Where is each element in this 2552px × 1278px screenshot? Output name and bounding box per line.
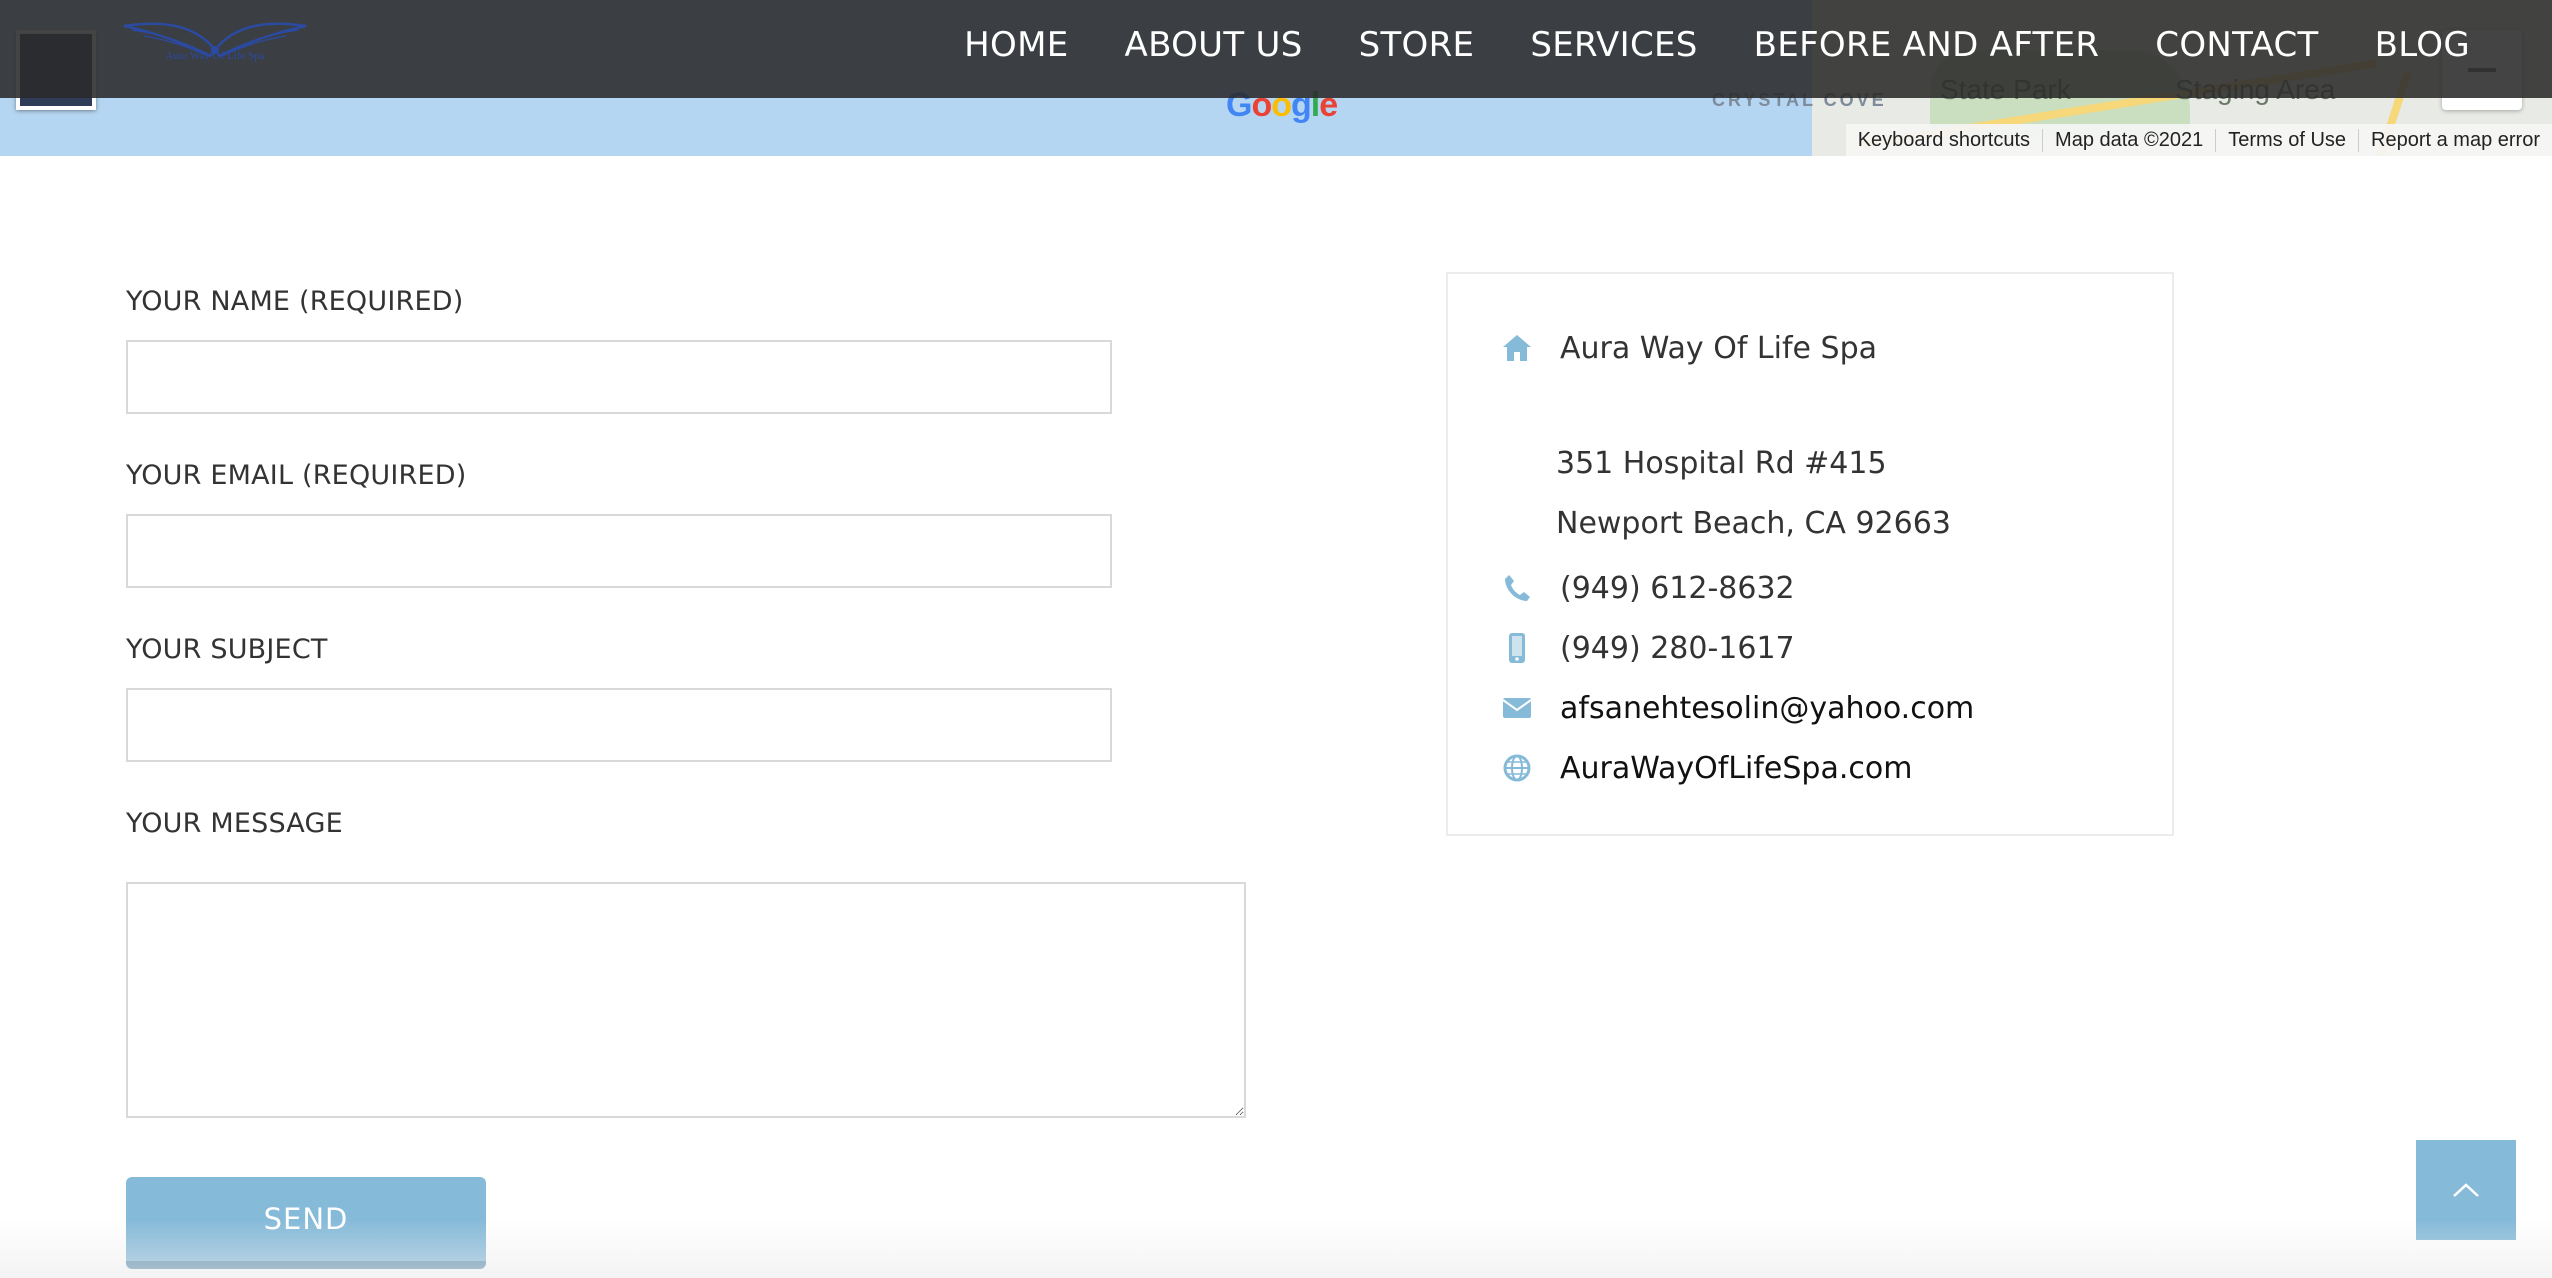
- nav-about-us[interactable]: ABOUT US: [1097, 25, 1331, 65]
- address-line-1: 351 Hospital Rd #415: [1556, 446, 1887, 481]
- nav-home[interactable]: HOME: [936, 25, 1096, 65]
- send-button[interactable]: SEND: [126, 1177, 486, 1269]
- nav-blog[interactable]: BLOG: [2347, 25, 2470, 65]
- main-nav: HOME ABOUT US STORE SERVICES BEFORE AND …: [936, 0, 2470, 90]
- map-data-link[interactable]: Map data ©2021: [2042, 128, 2215, 152]
- globe-icon: [1500, 751, 1534, 785]
- wings-logo-icon: [123, 22, 307, 58]
- report-map-error-link[interactable]: Report a map error: [2358, 128, 2552, 152]
- phone-number[interactable]: (949) 612-8632: [1560, 571, 1795, 606]
- home-icon: [1500, 331, 1534, 365]
- site-logo[interactable]: [122, 10, 308, 80]
- name-field[interactable]: [126, 340, 1112, 414]
- nav-before-and-after[interactable]: BEFORE AND AFTER: [1726, 25, 2128, 65]
- keyboard-shortcuts-link[interactable]: Keyboard shortcuts: [1846, 129, 2042, 152]
- business-name: Aura Way Of Life Spa: [1560, 330, 1877, 366]
- website-link[interactable]: AuraWayOfLifeSpa.com: [1560, 751, 1912, 786]
- message-label: YOUR MESSAGE: [126, 808, 343, 839]
- terms-of-use-link[interactable]: Terms of Use: [2215, 128, 2358, 152]
- nav-store[interactable]: STORE: [1331, 25, 1503, 65]
- address-line-2: Newport Beach, CA 92663: [1556, 506, 1951, 541]
- back-to-top-button[interactable]: [2416, 1140, 2516, 1240]
- email-label: YOUR EMAIL (REQUIRED): [126, 460, 467, 491]
- subject-label: YOUR SUBJECT: [126, 634, 328, 665]
- envelope-icon: [1500, 691, 1534, 725]
- nav-contact[interactable]: CONTACT: [2127, 25, 2346, 65]
- site-header: Aura Way Of Life Spa HOME ABOUT US STORE…: [0, 0, 2552, 98]
- contact-info-card: Aura Way Of Life Spa 351 Hospital Rd #41…: [1446, 272, 2174, 836]
- mobile-phone-icon: [1500, 631, 1534, 665]
- logo-text: Aura Way Of Life Spa: [165, 50, 265, 62]
- subject-field[interactable]: [126, 688, 1112, 762]
- phone-icon: [1500, 571, 1534, 605]
- message-field[interactable]: [126, 882, 1246, 1118]
- email-field[interactable]: [126, 514, 1112, 588]
- map-footer: Keyboard shortcuts Map data ©2021 Terms …: [1845, 124, 2552, 156]
- mobile-number[interactable]: (949) 280-1617: [1560, 631, 1795, 666]
- nav-services[interactable]: SERVICES: [1502, 25, 1725, 65]
- email-link[interactable]: afsanehtesolin@yahoo.com: [1560, 691, 1974, 726]
- chevron-up-icon: [2453, 1183, 2479, 1197]
- name-label: YOUR NAME (REQUIRED): [126, 286, 464, 317]
